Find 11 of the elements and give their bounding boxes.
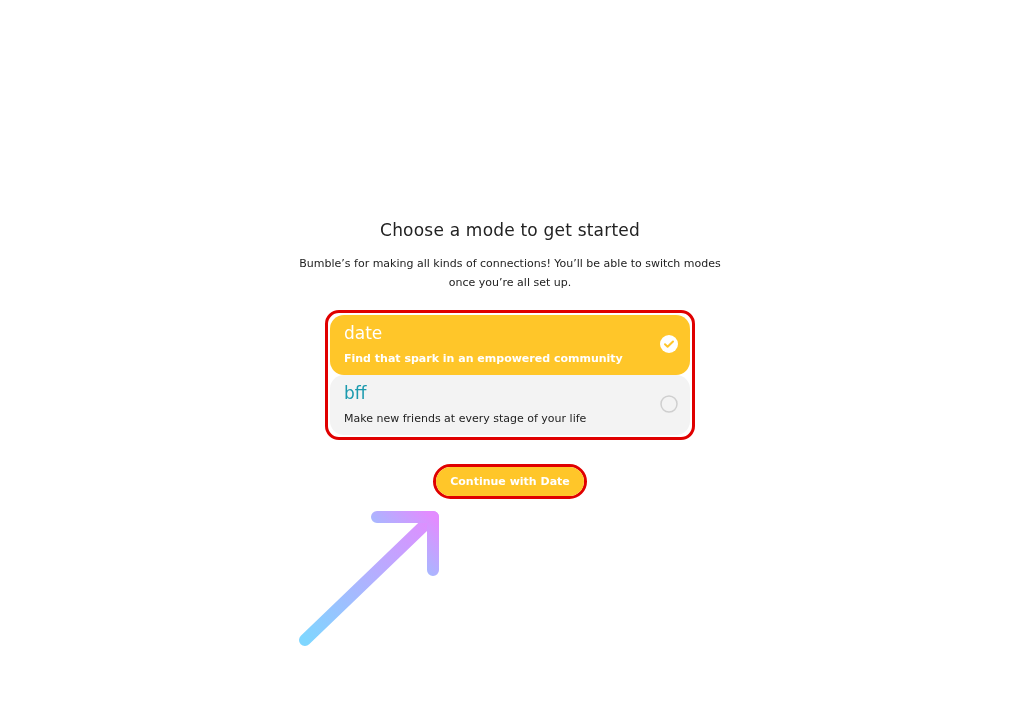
mode-name: bff	[344, 383, 367, 403]
radio-icon	[660, 395, 678, 413]
subtitle: Bumble’s for making all kinds of connections! You’ll be able to switch modes once you’re all set up.	[298, 256, 722, 291]
mode-description: Find that spark in an empowered community	[344, 352, 623, 365]
mode-name: date	[344, 323, 383, 343]
mode-description: Make new friends at every stage of your life	[344, 412, 587, 425]
page-title: Choose a mode to get started	[380, 220, 640, 240]
mode-option[interactable]: date Find that spark in an empowered community	[330, 315, 690, 375]
continue-button[interactable]: Continue with Date	[436, 467, 584, 496]
mode-option[interactable]: bff Make new friends at every stage of your life	[330, 375, 690, 435]
check-icon	[660, 335, 678, 353]
